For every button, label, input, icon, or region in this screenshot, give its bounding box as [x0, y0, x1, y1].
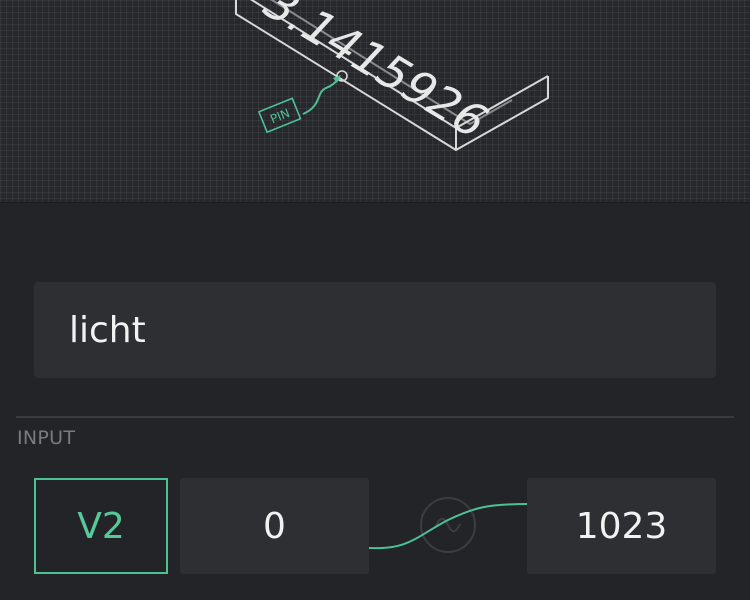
- pin-tag-icon: PIN: [257, 97, 302, 134]
- range-min-input[interactable]: 0: [180, 478, 369, 574]
- widget-name-input[interactable]: [34, 282, 716, 378]
- value-display-illustration: 3.1415926 PIN: [235, 0, 549, 151]
- mapping-curve-icon: [369, 497, 527, 553]
- input-section-label: INPUT: [17, 427, 76, 449]
- pin-selector-button[interactable]: V2: [34, 478, 168, 574]
- wire-icon: [302, 77, 340, 115]
- range-max-input[interactable]: 1023: [527, 478, 716, 574]
- widget-illustration-header: 3.1415926 PIN: [0, 0, 750, 203]
- section-divider: [16, 416, 734, 418]
